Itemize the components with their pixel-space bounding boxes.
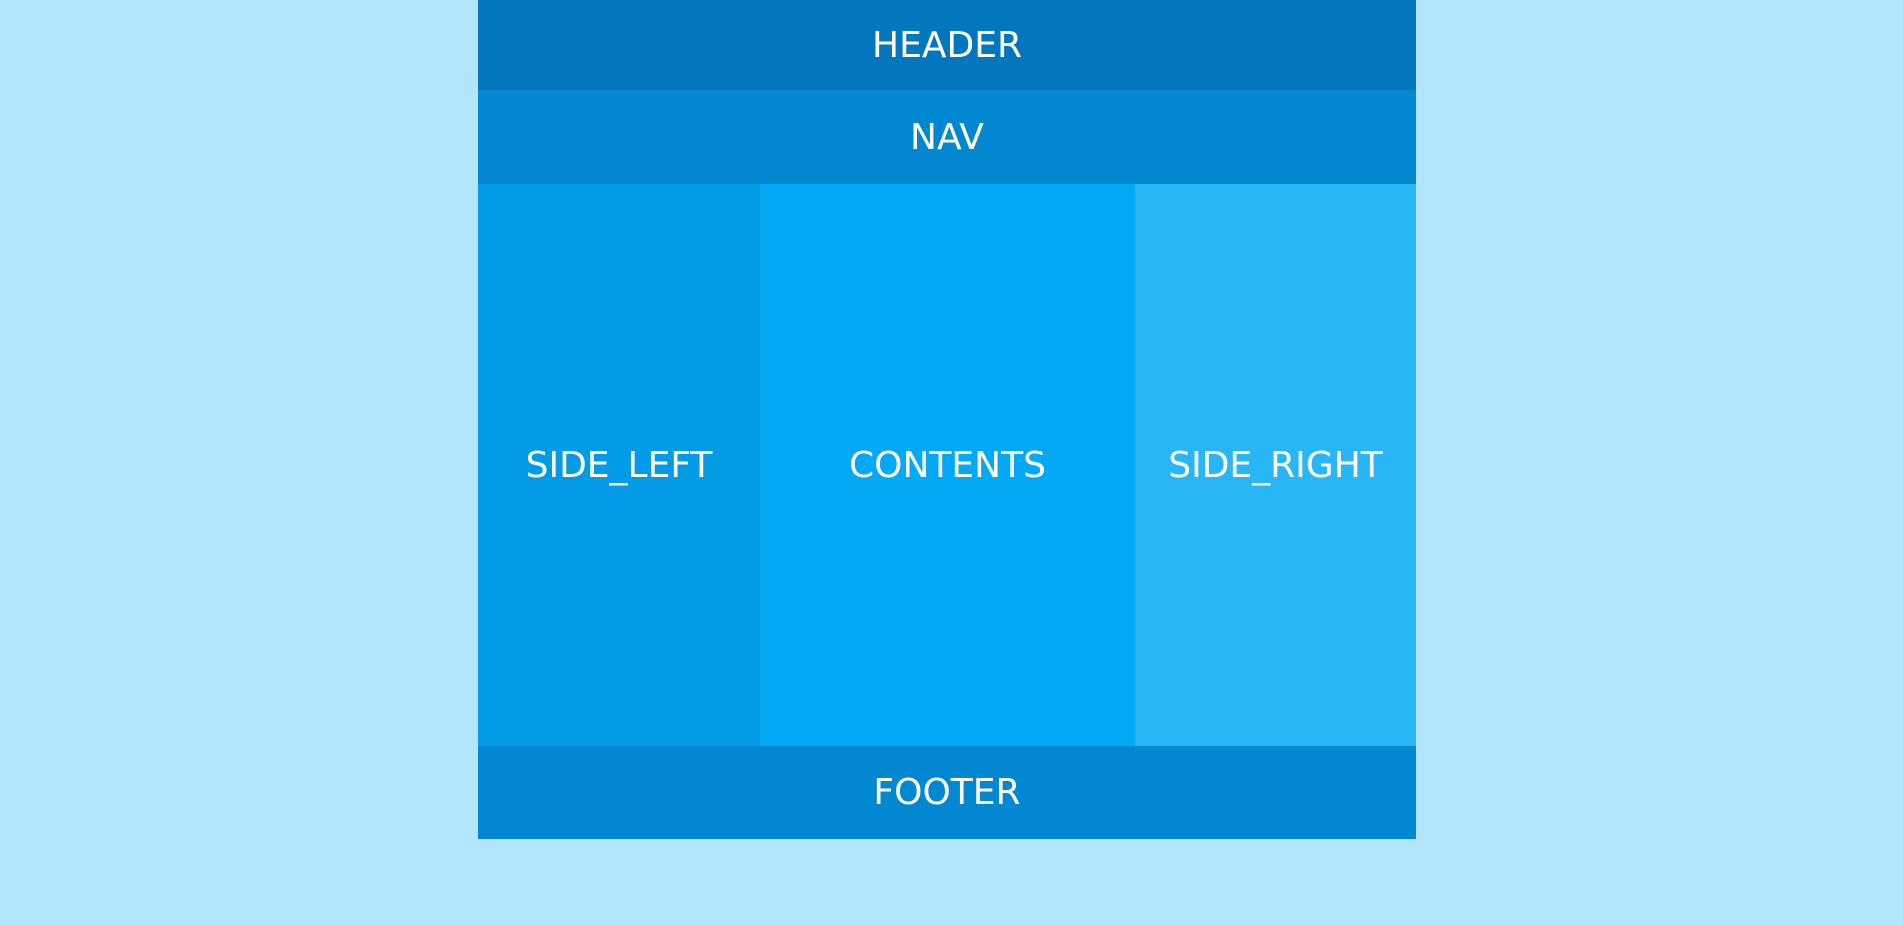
middle-row: SIDE_LEFT CONTENTS SIDE_RIGHT (478, 184, 1416, 746)
side-right-label: SIDE_RIGHT (1168, 444, 1383, 486)
side-right-region: SIDE_RIGHT (1135, 184, 1416, 746)
page-layout: HEADER NAV SIDE_LEFT CONTENTS SIDE_RIGHT… (478, 0, 1416, 839)
nav-label: NAV (910, 116, 984, 158)
header-label: HEADER (872, 24, 1022, 66)
footer-label: FOOTER (873, 772, 1021, 813)
contents-region: CONTENTS (760, 184, 1135, 746)
side-left-region: SIDE_LEFT (478, 184, 760, 746)
header-region: HEADER (478, 0, 1416, 90)
side-left-label: SIDE_LEFT (525, 444, 713, 486)
nav-region: NAV (478, 90, 1416, 184)
contents-label: CONTENTS (849, 444, 1046, 486)
footer-region: FOOTER (478, 746, 1416, 839)
